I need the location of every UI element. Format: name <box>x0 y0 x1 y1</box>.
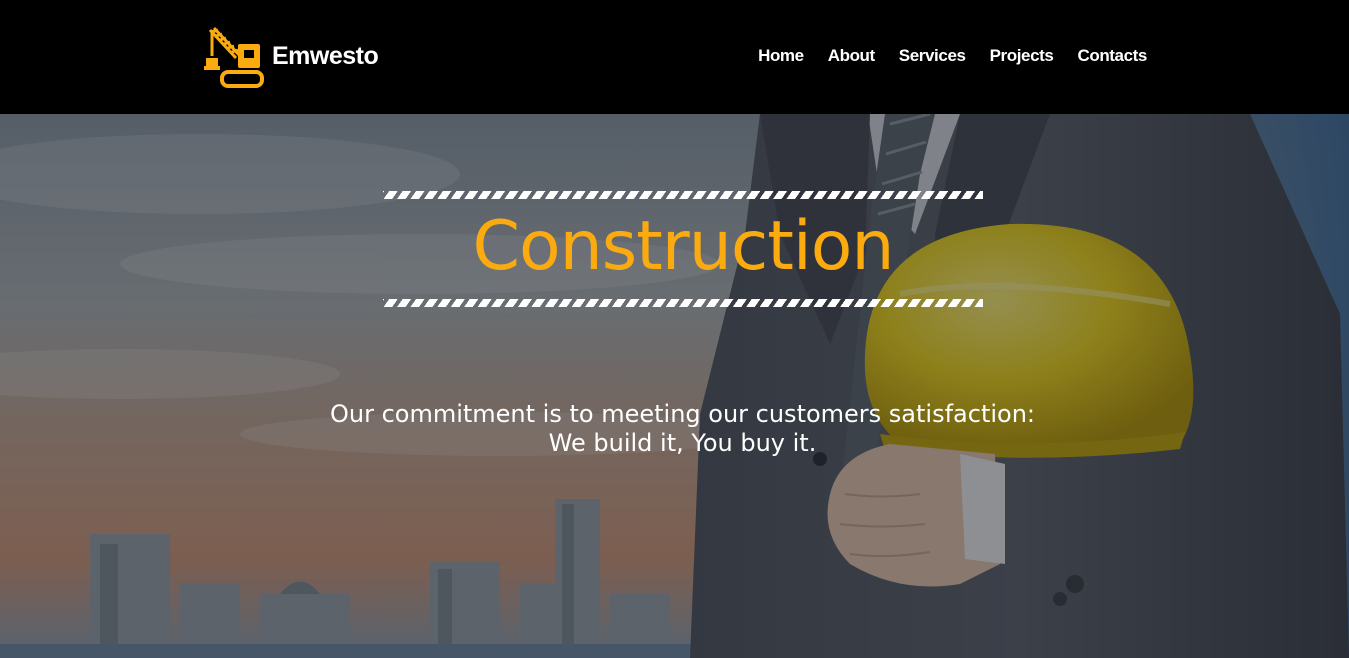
brand-logo-link[interactable]: Emwesto <box>200 24 379 88</box>
nav-link-about[interactable]: About <box>828 43 875 69</box>
hero-title: Construction <box>472 207 895 286</box>
nav-link-projects[interactable]: Projects <box>990 43 1054 69</box>
nav-link-home[interactable]: Home <box>758 43 804 69</box>
hero-tagline-line1: Our commitment is to meeting our custome… <box>329 400 1036 428</box>
nav-link-services[interactable]: Services <box>899 43 966 69</box>
hero-section: Construction Our commitment is to meetin… <box>0 114 1349 658</box>
main-nav: Home About Services Projects Contacts <box>734 43 1147 69</box>
nav-link-contacts[interactable]: Contacts <box>1077 43 1147 69</box>
hero-tagline: Our commitment is to meeting our custome… <box>0 400 1349 458</box>
site-header: Emwesto Home About Services Projects Con… <box>0 0 1349 114</box>
brand-name: Emwesto <box>272 41 379 70</box>
hero-tagline-line2: We build it, You buy it. <box>548 429 817 457</box>
hazard-stripe-bottom <box>383 299 983 307</box>
crane-icon <box>204 26 264 88</box>
hazard-stripe-top <box>383 191 983 199</box>
hero-title-block: Construction <box>383 191 983 307</box>
